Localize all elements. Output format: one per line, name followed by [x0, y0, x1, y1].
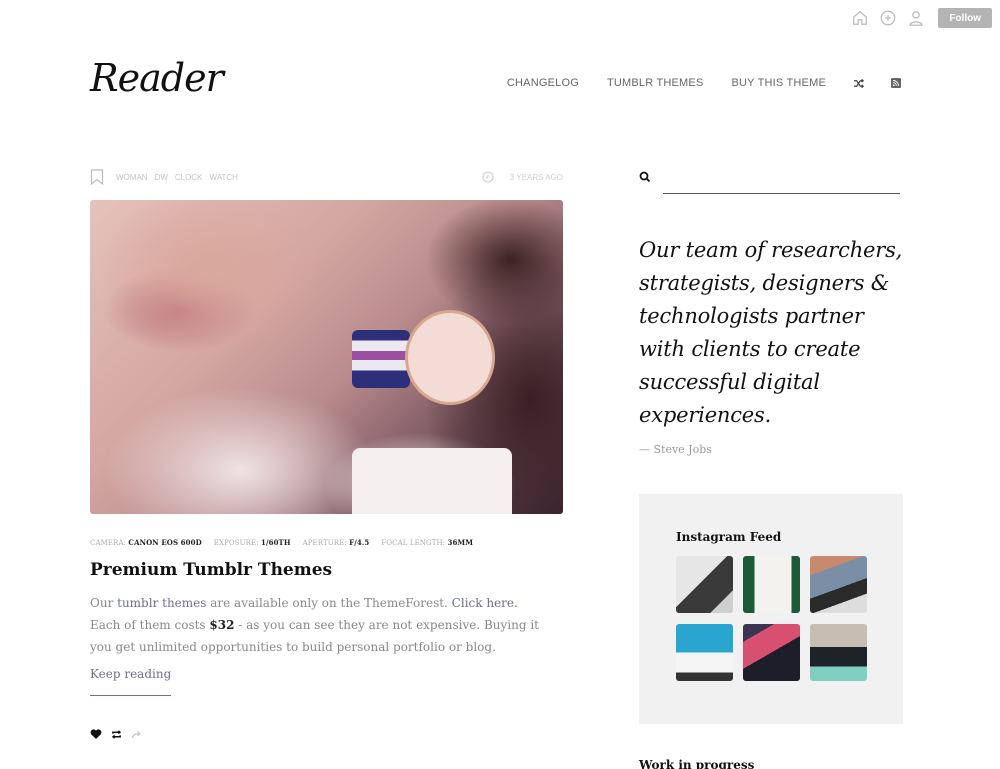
- main-nav: CHANGELOG TUMBLR THEMES BUY THIS THEME: [479, 77, 902, 89]
- exif-focal-length: FOCAL LENGTH: 36MM: [381, 538, 474, 547]
- click-here-link[interactable]: Click here.: [452, 596, 518, 610]
- exif-aperture: APERTURE: F/4.5: [302, 538, 370, 547]
- quote-author: — Steve Jobs: [639, 443, 712, 456]
- instagram-thumb[interactable]: [676, 556, 733, 613]
- search-form: [639, 168, 903, 196]
- post-meta: WOMAN DW CLOCK WATCH 3 YEARS AGO: [90, 168, 563, 186]
- instagram-thumb[interactable]: [743, 556, 800, 613]
- photo-watch-face: [405, 310, 495, 405]
- account-icon[interactable]: [906, 8, 926, 28]
- instagram-thumb[interactable]: [810, 624, 867, 681]
- post-time: 3 YEARS AGO: [482, 171, 563, 183]
- reblog-icon[interactable]: [110, 728, 122, 740]
- search-input[interactable]: [663, 168, 900, 194]
- instagram-title: Instagram Feed: [676, 530, 782, 544]
- nav-buy-this-theme[interactable]: BUY THIS THEME: [732, 77, 827, 89]
- photo-sleeve: [352, 448, 512, 514]
- nav-changelog[interactable]: CHANGELOG: [507, 77, 579, 89]
- work-in-progress-heading: Work in progress: [639, 758, 755, 769]
- home-icon[interactable]: [850, 8, 870, 28]
- post-paragraph-1: Our tumblr themes are available only on …: [90, 596, 518, 610]
- tag-woman[interactable]: WOMAN: [116, 173, 148, 182]
- tumblr-controls: Follow: [850, 8, 992, 28]
- post-title[interactable]: Premium Tumblr Themes: [90, 560, 563, 580]
- share-icon[interactable]: [130, 728, 142, 740]
- sidebar: Our team of researchers, strategists, de…: [639, 168, 903, 769]
- keep-reading-link[interactable]: Keep reading: [90, 667, 172, 696]
- instagram-thumb[interactable]: [743, 624, 800, 681]
- tag-dw[interactable]: DW: [155, 173, 168, 182]
- instagram-thumb[interactable]: [810, 556, 867, 613]
- shuffle-icon[interactable]: [852, 77, 864, 89]
- exif-camera: CAMERA: CANON EOS 600D: [90, 538, 202, 547]
- tag-clock[interactable]: CLOCK: [175, 173, 203, 182]
- price: $32: [209, 618, 235, 632]
- post-tags: WOMAN DW CLOCK WATCH: [90, 169, 245, 185]
- post-actions: [90, 728, 563, 740]
- instagram-thumb[interactable]: [676, 624, 733, 681]
- post-body: Our tumblr themes are available only on …: [90, 592, 563, 658]
- like-icon[interactable]: [90, 728, 102, 740]
- sidebar-quote: Our team of researchers, strategists, de…: [639, 238, 903, 427]
- nav-tumblr-themes[interactable]: TUMBLR THEMES: [607, 77, 704, 89]
- exif-exposure: EXPOSURE: 1/60TH: [213, 538, 291, 547]
- bookmark-icon[interactable]: [90, 169, 104, 185]
- compose-icon[interactable]: [878, 8, 898, 28]
- site-logo[interactable]: Reader: [90, 56, 224, 100]
- tumblr-themes-link[interactable]: tumblr themes: [117, 596, 206, 610]
- clock-icon: [482, 171, 494, 183]
- post-paragraph-2: Each of them costs $32 - as you can see …: [90, 618, 539, 654]
- instagram-widget: Instagram Feed: [639, 494, 903, 724]
- search-icon[interactable]: [639, 171, 651, 183]
- post: WOMAN DW CLOCK WATCH 3 YEARS AGO CAMERA:…: [90, 168, 563, 740]
- post-timestamp-link[interactable]: 3 YEARS AGO: [510, 173, 563, 182]
- post-photo[interactable]: [90, 200, 563, 514]
- tag-watch[interactable]: WATCH: [209, 173, 237, 182]
- photo-watch-strap: [352, 330, 410, 388]
- rss-icon[interactable]: [890, 77, 902, 89]
- follow-button[interactable]: Follow: [938, 8, 992, 28]
- photo-exif: CAMERA: CANON EOS 600D EXPOSURE: 1/60TH …: [90, 538, 563, 547]
- instagram-grid: [676, 556, 867, 681]
